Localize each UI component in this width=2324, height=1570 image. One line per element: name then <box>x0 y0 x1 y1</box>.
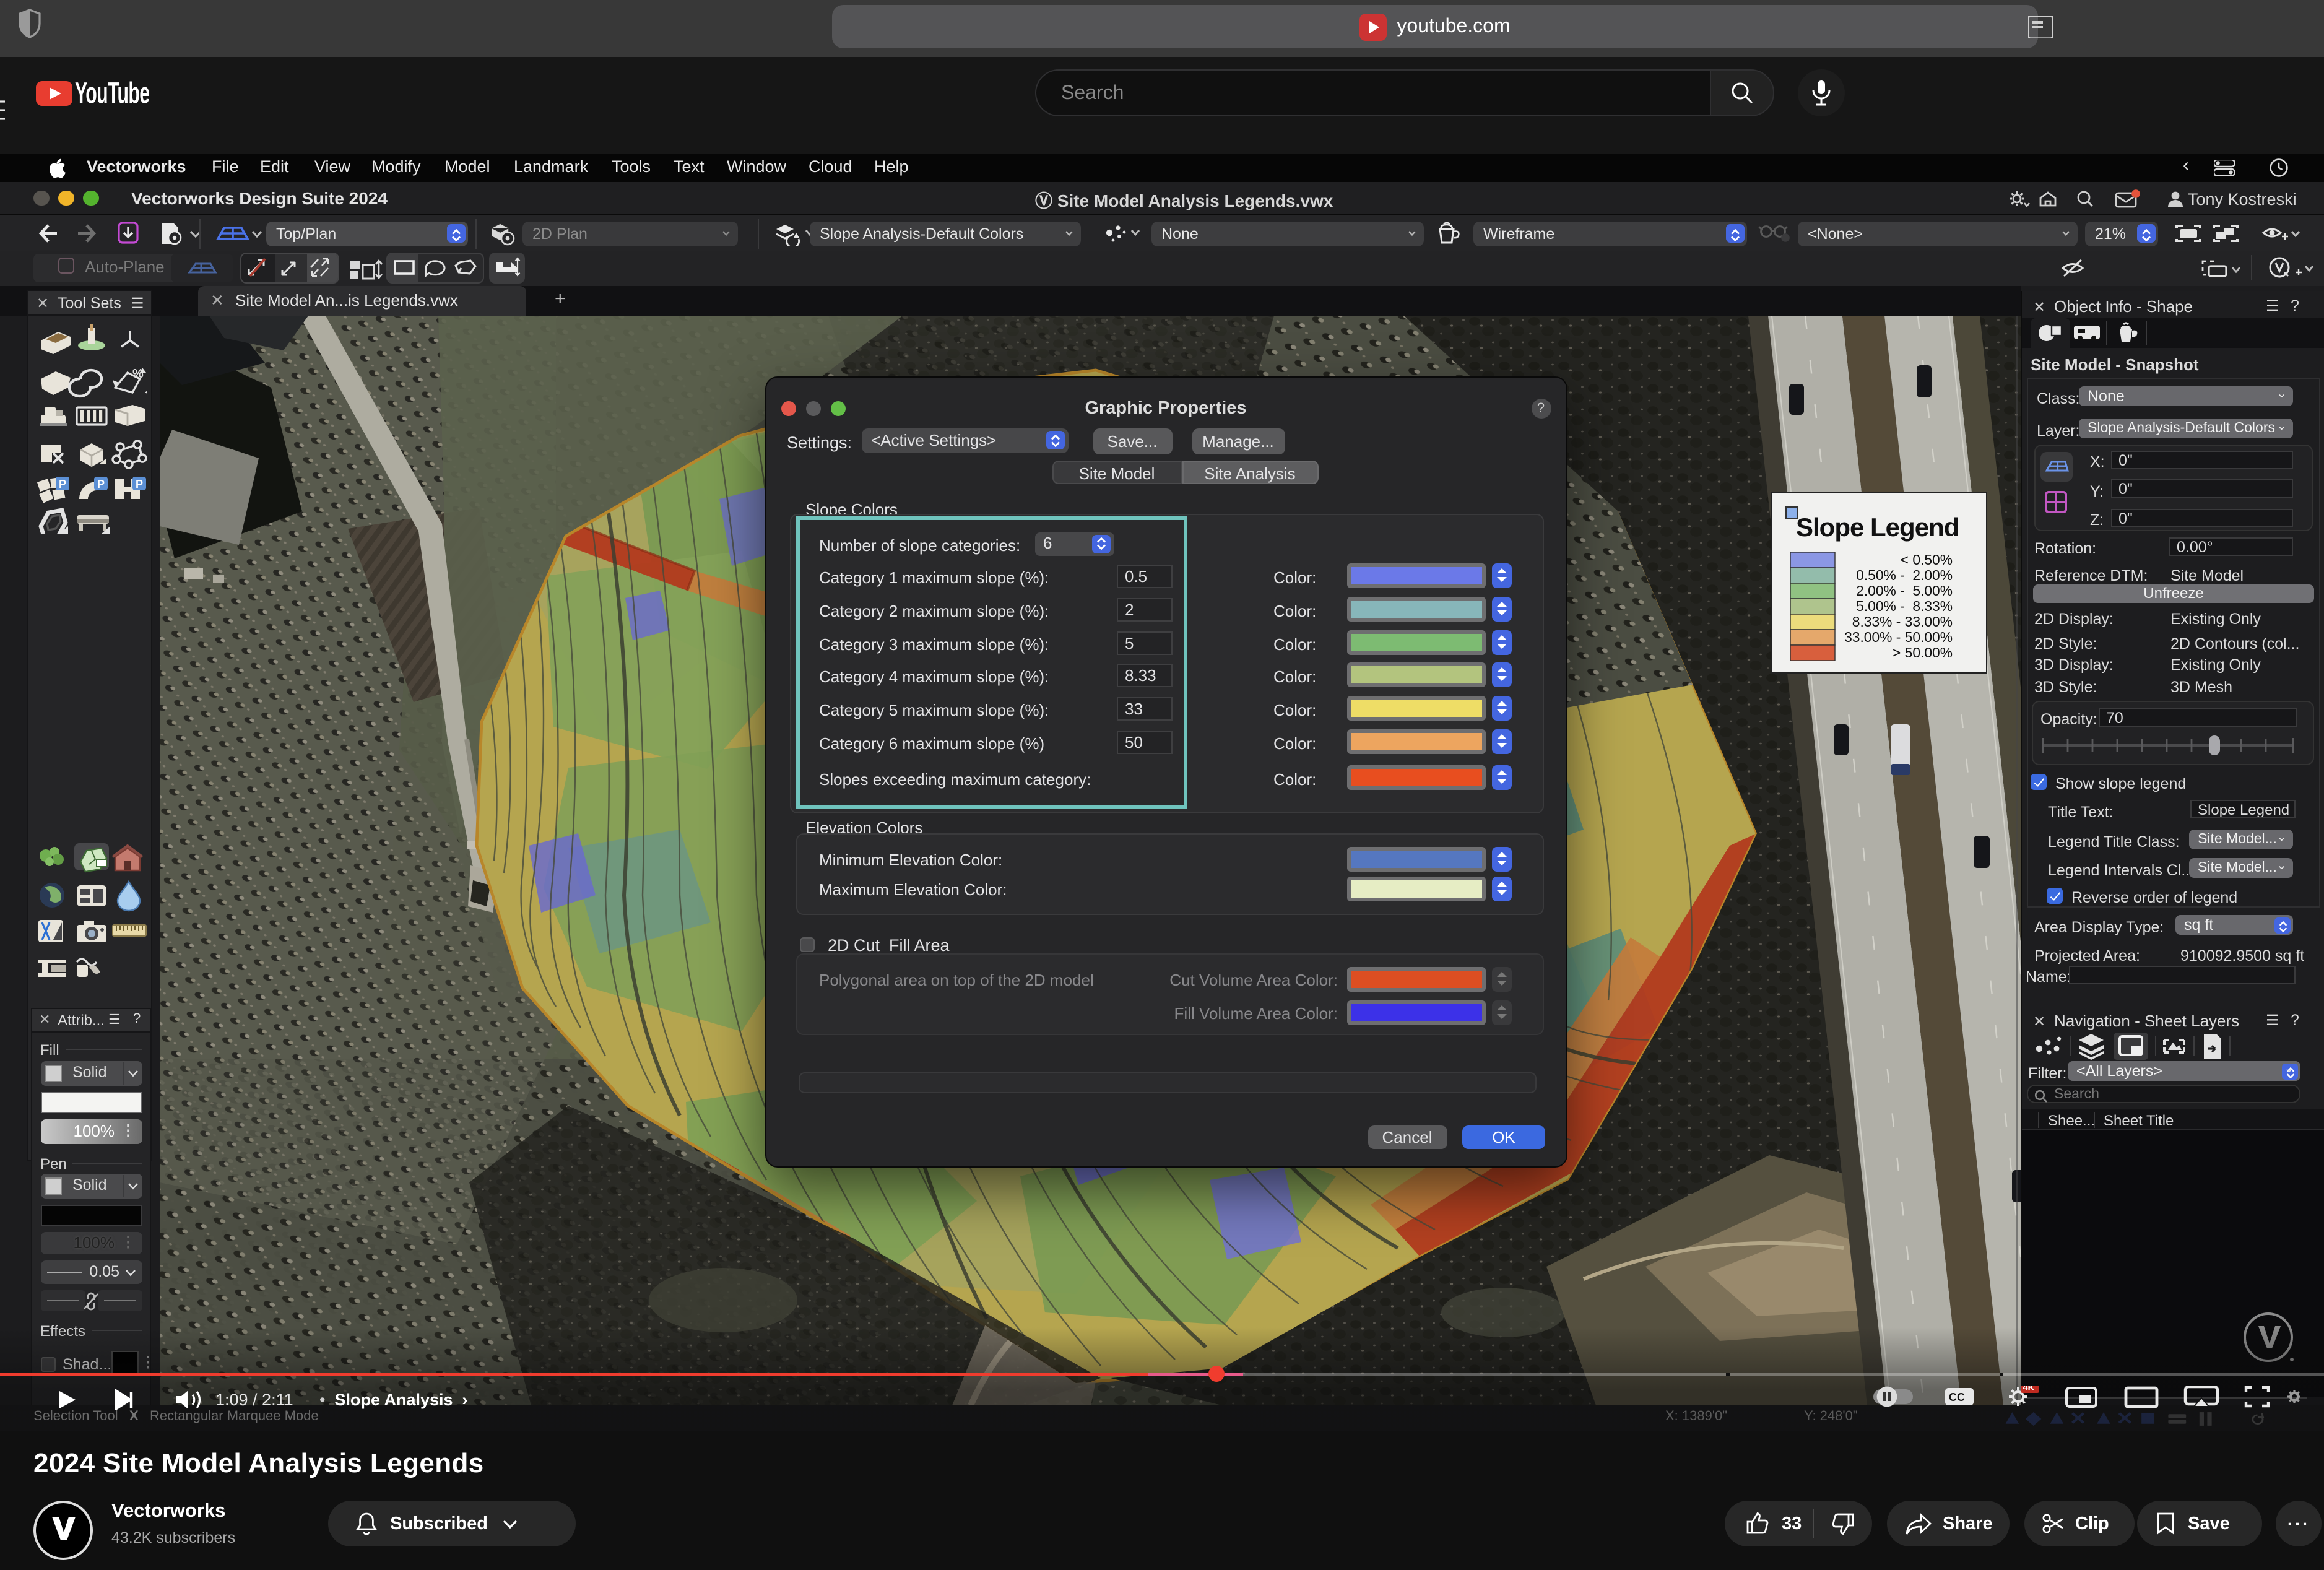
svg-text:33.00% - 50.00%: 33.00% - 50.00% <box>1844 628 1952 644</box>
svg-text:8.33% - 33.00%: 8.33% - 33.00% <box>1852 613 1952 629</box>
svg-text:P: P <box>58 478 66 490</box>
svg-text:5.00% - 8.33%: 5.00% - 8.33% <box>1855 597 1952 614</box>
svg-text:< 0.50%: < 0.50% <box>1900 552 1952 567</box>
svg-text:> 50.00%: > 50.00% <box>1892 644 1952 660</box>
svg-text:4K: 4K <box>2023 1385 2034 1392</box>
svg-text:Tony Kostreski: Tony Kostreski <box>2188 189 2297 207</box>
svg-text:2.00% - 5.00%: 2.00% - 5.00% <box>1855 582 1952 598</box>
svg-text:P: P <box>97 478 104 490</box>
svg-text:0.50% - 2.00%: 0.50% - 2.00% <box>1855 566 1952 583</box>
svg-text:P: P <box>135 478 142 490</box>
svg-text:CC: CC <box>1949 1390 1965 1403</box>
svg-text:YouTube: YouTube <box>75 80 149 106</box>
